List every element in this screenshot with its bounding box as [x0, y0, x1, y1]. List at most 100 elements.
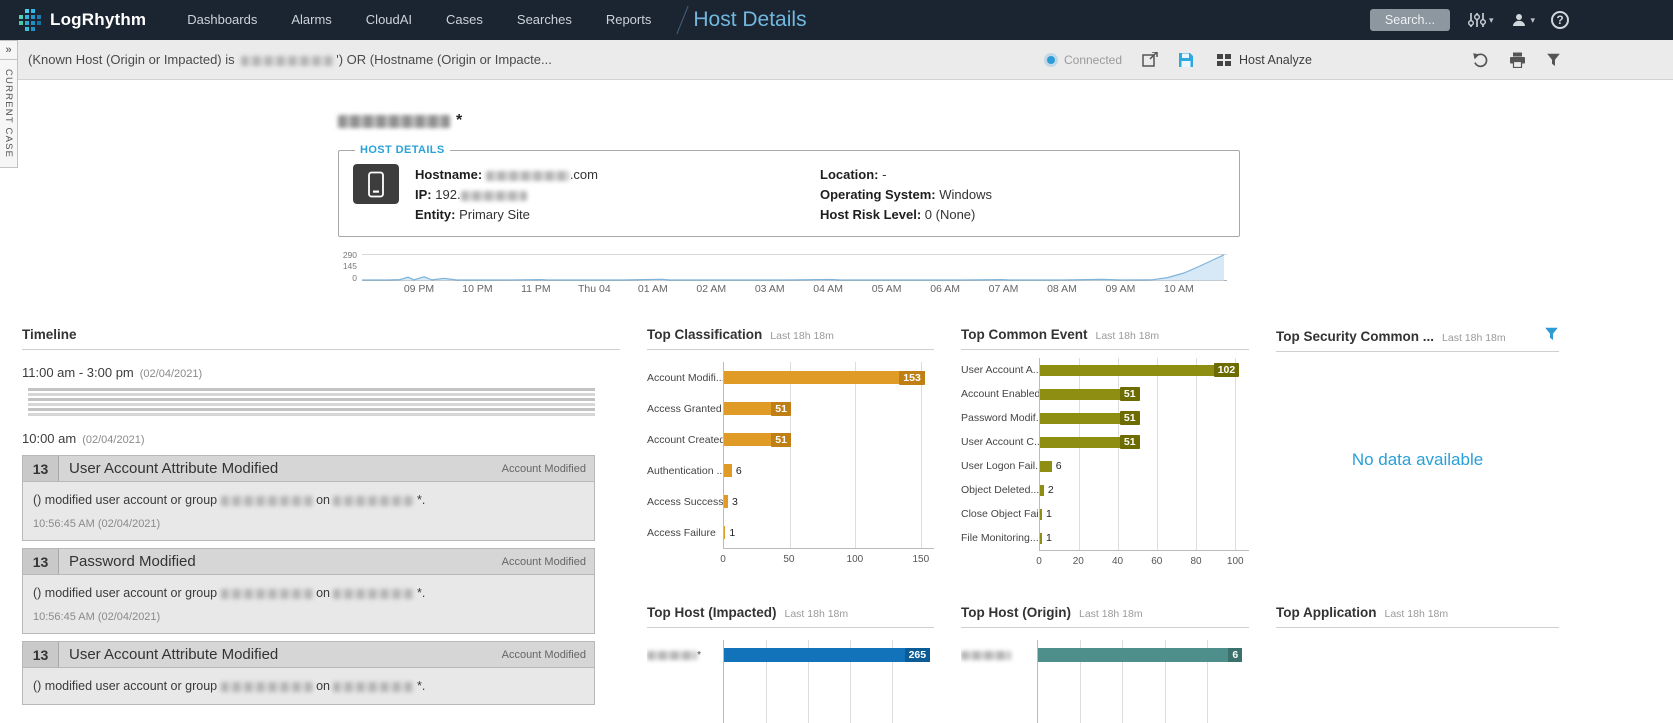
timeline-event-card[interactable]: 13 User Account Attribute Modified Accou… — [22, 455, 595, 541]
panel-top-host-impacted: Top Host (Impacted) Last 18h 18m *265 — [647, 605, 934, 723]
risk-field: Host Risk Level: 0 (None) — [820, 206, 1225, 224]
chart-bar[interactable] — [724, 464, 732, 477]
event-timestamp: 10:56:45 AM (02/04/2021) — [33, 518, 584, 530]
timeline-event-card[interactable]: 13 Password Modified Account Modified ()… — [22, 548, 595, 634]
print-icon[interactable] — [1509, 52, 1526, 68]
axis-tick-label: 80 — [1190, 556, 1201, 567]
host-details-panel: HOST DETAILS Hostname: .com IP: 192. Ent… — [338, 144, 1240, 237]
connected-dot-icon — [1047, 56, 1055, 64]
chart-category-label: User Account A... — [961, 358, 1039, 382]
chart-bar[interactable] — [1040, 461, 1052, 472]
logrhythm-host-details-screen: LogRhythm Dashboards Alarms CloudAI Case… — [0, 0, 1673, 723]
chart-category-label — [961, 640, 1037, 670]
title-separator — [677, 6, 689, 34]
chart-bar[interactable]: 51 — [1040, 389, 1140, 400]
connected-label: Connected — [1064, 53, 1122, 67]
user-icon[interactable] — [1511, 12, 1527, 28]
top-classification-chart[interactable]: Account Modifi...Access GrantedAccount C… — [647, 356, 934, 567]
chart-bar[interactable]: 51 — [724, 402, 791, 415]
location-field: Location: - — [820, 166, 1225, 184]
nav-item-dashboards[interactable]: Dashboards — [170, 0, 274, 40]
chart-value-label: 51 — [1120, 435, 1140, 449]
main-content: * HOST DETAILS Hostname: .com IP: 192. E… — [0, 112, 1673, 723]
current-case-tab[interactable]: » CURRENT CASE — [0, 40, 18, 168]
axis-tick-label: 0 — [720, 554, 726, 565]
nav-item-searches[interactable]: Searches — [500, 0, 589, 40]
chart-category-label: User Logon Fail... — [961, 454, 1039, 478]
nav-item-alarms[interactable]: Alarms — [274, 0, 348, 40]
chart-bar[interactable]: 6 — [1038, 648, 1242, 662]
filter-sliders-icon[interactable] — [1468, 12, 1486, 28]
sparkline-chart[interactable] — [362, 253, 1227, 283]
chart-category-label: Password Modif... — [961, 406, 1039, 430]
expand-case-panel-icon[interactable]: » — [0, 41, 17, 60]
os-field: Operating System: Windows — [820, 186, 1225, 204]
chart-bar[interactable]: 51 — [724, 433, 791, 446]
top-navigation: LogRhythm Dashboards Alarms CloudAI Case… — [0, 0, 1673, 40]
chart-value-label: 1 — [1046, 508, 1052, 520]
panel-top-classification: Top Classification Last 18h 18m Account … — [647, 327, 934, 605]
chart-bar[interactable]: 102 — [1040, 365, 1239, 376]
chart-bar[interactable] — [1040, 533, 1042, 544]
chart-category-label: Close Object Fai... — [961, 502, 1039, 526]
redacted-account — [221, 496, 313, 506]
query-text-prefix: (Known Host (Origin or Impacted) is — [28, 52, 238, 67]
collapsed-event-stack[interactable] — [28, 388, 595, 416]
top-host-impacted-chart[interactable]: *265 — [647, 634, 934, 723]
chart-category-label: File Monitoring... — [961, 526, 1039, 550]
panel-filter-icon[interactable] — [1544, 327, 1559, 341]
redacted-hostname — [486, 171, 570, 181]
filter-bar-actions: Connected Host Anal — [1047, 52, 1673, 68]
chart-value-label: 265 — [905, 648, 931, 662]
event-count-badge: 13 — [23, 549, 59, 574]
search-query[interactable]: (Known Host (Origin or Impacted) is ') O… — [28, 52, 552, 67]
chart-bar[interactable] — [724, 526, 725, 539]
chart-category-label: Account Modifi... — [647, 362, 723, 393]
chart-category-label: Object Deleted... — [961, 478, 1039, 502]
redacted-label — [647, 651, 697, 660]
event-title: User Account Attribute Modified — [59, 642, 288, 667]
host-fields-left: Hostname: .com IP: 192. Entity: Primary … — [415, 164, 820, 226]
chart-value-label: 51 — [1120, 387, 1140, 401]
save-search-icon[interactable] — [1178, 52, 1194, 68]
help-icon[interactable]: ? — [1551, 11, 1569, 29]
event-card-header[interactable]: 13 User Account Attribute Modified Accou… — [23, 642, 594, 668]
panel-title: Top Host (Origin) — [961, 605, 1071, 620]
query-text-suffix: ') OR (Hostname (Origin or Impacte... — [336, 52, 552, 67]
panel-period: Last 18h 18m — [785, 608, 849, 620]
chart-category-label: Access Granted — [647, 393, 723, 424]
chart-bar[interactable]: 51 — [1040, 437, 1140, 448]
chart-bar[interactable]: 153 — [724, 371, 925, 384]
event-card-header[interactable]: 13 Password Modified Account Modified — [23, 549, 594, 575]
open-new-window-icon[interactable] — [1142, 52, 1158, 67]
event-description: () modified user account or group on *. — [33, 678, 584, 694]
nav-item-reports[interactable]: Reports — [589, 0, 669, 40]
nav-item-cloudai[interactable]: CloudAI — [349, 0, 429, 40]
top-host-origin-chart[interactable]: 6 — [961, 634, 1249, 723]
chart-bar[interactable] — [1040, 485, 1044, 496]
axis-tick-label: 20 — [1073, 556, 1084, 567]
top-common-event-chart[interactable]: User Account A...Account EnabledPassword… — [961, 356, 1249, 569]
chart-bar[interactable] — [1040, 509, 1042, 520]
host-analyze-button[interactable]: Host Analyze — [1216, 53, 1312, 67]
filter-funnel-icon[interactable] — [1546, 53, 1561, 67]
chart-bar[interactable] — [724, 495, 728, 508]
hostname-field: Hostname: .com — [415, 166, 820, 184]
chevron-down-icon[interactable]: ▾ — [1489, 15, 1494, 26]
chart-bar[interactable]: 51 — [1040, 413, 1140, 424]
chevron-down-icon[interactable]: ▾ — [1530, 15, 1535, 26]
chart-category-label: User Account C... — [961, 430, 1039, 454]
axis-tick-label: 100 — [847, 554, 864, 565]
chart-bar[interactable]: 265 — [724, 648, 930, 662]
event-card-header[interactable]: 13 User Account Attribute Modified Accou… — [23, 456, 594, 482]
host-analyze-icon — [1216, 53, 1232, 67]
current-case-label: CURRENT CASE — [3, 60, 14, 167]
panel-period: Last 18h 18m — [1385, 608, 1449, 620]
nav-item-cases[interactable]: Cases — [429, 0, 500, 40]
undo-icon[interactable] — [1472, 52, 1489, 68]
chart-value-label: 51 — [771, 433, 791, 447]
search-button[interactable]: Search... — [1370, 9, 1450, 31]
redacted-host — [333, 589, 413, 599]
timeline-event-card[interactable]: 13 User Account Attribute Modified Accou… — [22, 641, 595, 705]
logrhythm-logo[interactable]: LogRhythm — [18, 8, 146, 32]
